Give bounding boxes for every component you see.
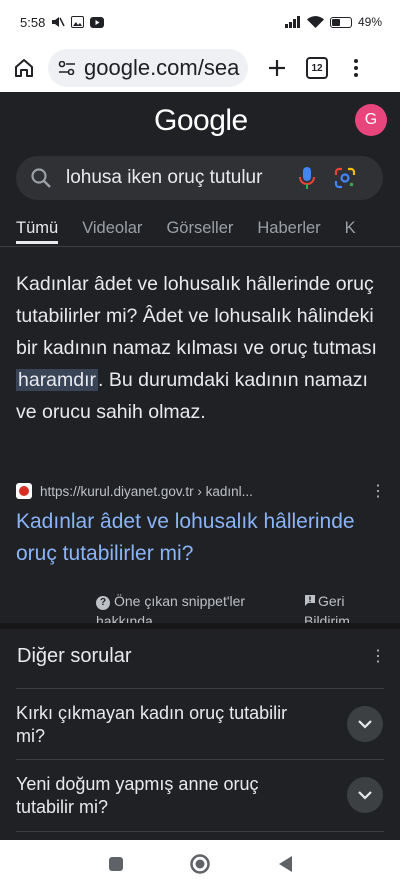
- recents-button[interactable]: [104, 852, 128, 876]
- search-input[interactable]: lohusa iken oruç tutulur: [66, 167, 286, 189]
- more-vert-icon[interactable]: ⋮: [370, 481, 386, 501]
- search-icon: [31, 168, 51, 188]
- tabs-divider: [0, 246, 400, 247]
- search-box[interactable]: lohusa iken oruç tutulur: [16, 156, 383, 200]
- system-nav-bar: [0, 840, 400, 888]
- paa-question-text: Kırkı çıkmayan kadın oruç tutabilir mi?: [16, 703, 288, 746]
- battery-icon: [329, 16, 352, 28]
- divider: [16, 831, 384, 832]
- avatar[interactable]: G: [355, 104, 387, 136]
- paa-question-text: Yeni doğum yapmış anne oruç tutabilir mi…: [16, 774, 259, 817]
- battery-fill: [331, 18, 341, 26]
- address-bar[interactable]: google.com/sea: [48, 49, 248, 87]
- google-logo[interactable]: Google: [154, 104, 248, 138]
- result-source[interactable]: https://kurul.diyanet.gov.tr › kadınl...…: [16, 481, 386, 501]
- plus-icon: [269, 60, 285, 76]
- more-vert-icon: [354, 59, 358, 77]
- browser-toolbar: google.com/sea 12: [0, 44, 400, 92]
- url-text: google.com/sea: [84, 55, 240, 80]
- tab-images[interactable]: Görseller: [166, 210, 233, 244]
- help-icon: ?: [96, 596, 110, 610]
- wifi-icon: [306, 16, 324, 28]
- section-separator: [0, 623, 400, 629]
- tab-all[interactable]: Tümü: [16, 210, 59, 244]
- about-snippets-label: Öne çıkan snippet'ler hakkında: [96, 593, 246, 623]
- home-button[interactable]: [8, 52, 40, 84]
- back-icon: [279, 856, 292, 872]
- more-vert-icon[interactable]: ⋮: [370, 646, 386, 666]
- chevron-down-icon[interactable]: [347, 777, 383, 813]
- google-lens-icon[interactable]: [334, 167, 356, 189]
- source-url: https://kurul.diyanet.gov.tr › kadınl...: [40, 483, 253, 499]
- new-tab-button[interactable]: [262, 53, 292, 83]
- divider: [16, 688, 384, 689]
- snippet-footer: ? Öne çıkan snippet'ler hakkında Geri Bil…: [0, 589, 400, 623]
- paa-question[interactable]: Kırkı çıkmayan kadın oruç tutabilir mi?: [16, 702, 384, 772]
- divider: [16, 759, 384, 760]
- back-button[interactable]: [274, 852, 298, 876]
- snippet-highlight: haramdır: [16, 369, 99, 391]
- tab-more[interactable]: K: [345, 210, 356, 244]
- snippet-text-before: Kadınlar âdet ve lohusalık hâllerinde or…: [16, 273, 377, 359]
- home-icon: [15, 59, 33, 77]
- site-favicon-icon: [16, 483, 32, 499]
- status-bar: 5:58 49%: [0, 0, 400, 44]
- status-right: 49%: [284, 15, 382, 29]
- google-header: Google G: [0, 96, 400, 152]
- gallery-icon: [71, 16, 85, 28]
- paa-title: Diğer sorular: [17, 645, 132, 667]
- feedback-icon: [305, 595, 315, 606]
- home-circle-icon: [190, 854, 210, 874]
- feedback-link[interactable]: Geri Bildirim: [304, 591, 394, 623]
- mute-icon: [52, 17, 65, 27]
- status-left: 5:58: [20, 14, 105, 30]
- youtube-icon: [90, 16, 105, 28]
- featured-snippet-text: Kadınlar âdet ve lohusalık hâllerinde or…: [16, 268, 388, 428]
- tab-videos[interactable]: Videolar: [82, 210, 142, 244]
- site-settings-icon: [58, 61, 75, 75]
- tab-switcher-button[interactable]: 12: [306, 57, 328, 79]
- signal-icon: [284, 16, 300, 28]
- recents-icon: [109, 857, 123, 871]
- mic-icon[interactable]: [298, 166, 316, 190]
- search-tabs: Tümü Videolar Görseller Haberler K: [0, 210, 400, 250]
- home-nav-button[interactable]: [188, 852, 212, 876]
- browser-menu-button[interactable]: [346, 53, 366, 83]
- about-snippets-link[interactable]: ? Öne çıkan snippet'ler hakkında: [96, 591, 286, 623]
- paa-question[interactable]: Yeni doğum yapmış anne oruç tutabilir mi…: [16, 773, 384, 843]
- result-title-link[interactable]: Kadınlar âdet ve lohusalık hâllerinde or…: [16, 506, 386, 570]
- status-time: 5:58: [20, 14, 46, 30]
- battery-percent: 49%: [357, 15, 382, 29]
- chevron-down-icon[interactable]: [347, 706, 383, 742]
- tab-news[interactable]: Haberler: [257, 210, 320, 244]
